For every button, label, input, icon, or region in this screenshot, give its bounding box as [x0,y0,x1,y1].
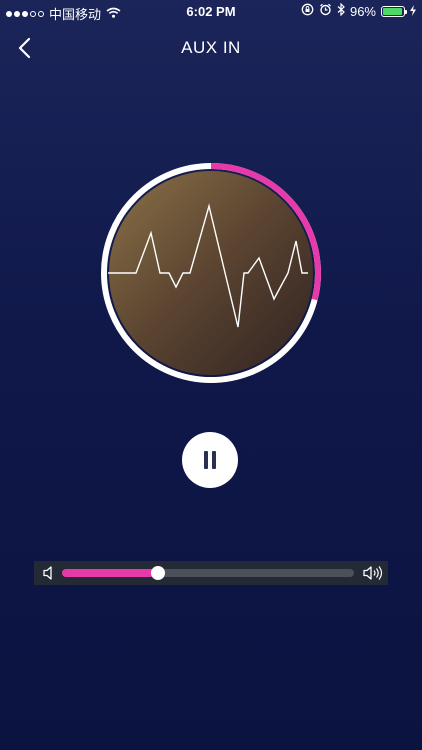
battery-level [383,7,403,15]
bluetooth-icon [337,2,345,19]
volume-low-icon[interactable] [42,565,56,581]
volume-control [34,561,388,585]
battery-icon [381,5,407,17]
alarm-icon [319,3,332,19]
charging-bolt-icon [410,4,416,19]
audio-visualizer [98,160,324,386]
visualizer-disc [109,171,313,375]
battery-percent: 96% [349,3,376,19]
status-right: 96% [301,2,416,19]
status-bar: 中国移动 6:02 PM 96% [0,0,422,24]
volume-high-icon[interactable] [362,565,384,581]
volume-slider-fill [62,569,159,577]
volume-slider-thumb[interactable] [151,566,166,580]
pause-button[interactable] [182,432,238,488]
page-title: AUX IN [181,38,241,57]
pause-icon [204,451,216,469]
screen-rotation-lock-icon [301,3,314,19]
volume-slider[interactable] [62,566,354,580]
nav-bar: AUX IN [0,30,422,66]
